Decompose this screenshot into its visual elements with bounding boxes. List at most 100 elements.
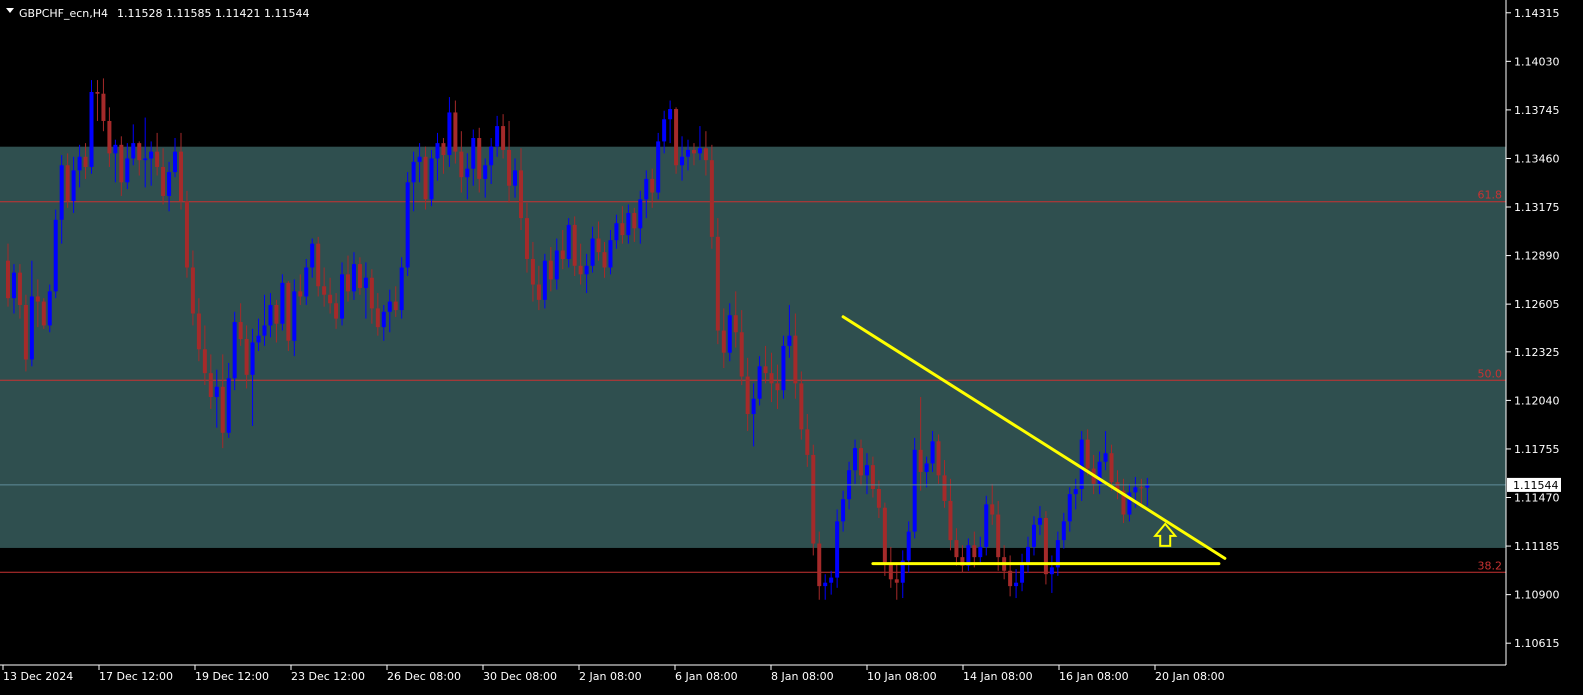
candle-body (876, 488, 881, 508)
price-tick-label: 1.10900 (1514, 589, 1560, 602)
time-tick-label: 30 Dec 08:00 (483, 670, 557, 683)
current-price-tag: 1.11544 (1507, 477, 1561, 492)
candle-body (489, 146, 494, 166)
time-tick-label: 20 Jan 08:00 (1155, 670, 1225, 683)
candle-body (351, 264, 356, 292)
candle (184, 190, 189, 278)
candle-body (536, 284, 541, 300)
candle-body (835, 521, 840, 578)
candle-body (954, 540, 959, 558)
candle-body (978, 546, 983, 558)
candle-body (501, 126, 506, 150)
candle-body (805, 429, 810, 455)
time-tick-label: 14 Jan 08:00 (963, 670, 1033, 683)
candle-body (119, 144, 124, 183)
candle-body (220, 386, 225, 433)
candle-body (202, 349, 207, 374)
candle-body (1020, 563, 1025, 583)
candle-body (101, 93, 106, 121)
candle-body (125, 158, 130, 183)
candle-body (542, 260, 547, 300)
candle-body (453, 112, 458, 152)
candle-body (1026, 546, 1031, 564)
candle-body (196, 313, 201, 350)
candle (53, 209, 58, 299)
candle-body (167, 172, 172, 196)
candle-body (751, 398, 756, 415)
candle-body (495, 126, 500, 147)
candle-body (620, 223, 625, 236)
candle-body (763, 366, 768, 374)
candle-body (524, 218, 529, 259)
candle (674, 107, 679, 174)
candle-body (1014, 582, 1019, 587)
time-tick-label: 6 Jan 08:00 (675, 670, 738, 683)
candle-body (1103, 453, 1108, 462)
fib-level-label: 38.2 (1478, 559, 1503, 572)
candle-body (691, 149, 696, 154)
time-tick-label: 23 Dec 12:00 (291, 670, 365, 683)
candle-body (149, 151, 154, 159)
candle-body (674, 109, 679, 166)
candle-body (393, 301, 398, 311)
candle-body (83, 156, 88, 167)
candle (811, 444, 816, 556)
candle-body (113, 144, 118, 154)
candle-body (930, 441, 935, 464)
candle-body (697, 148, 702, 154)
candle-body (870, 465, 875, 489)
candle-body (984, 504, 989, 547)
candle-body (1085, 439, 1090, 469)
candle-body (608, 240, 613, 268)
candle-body (829, 577, 834, 583)
candle-body (572, 224, 577, 266)
candle-body (948, 500, 953, 541)
candle-body (715, 236, 720, 331)
candle (89, 80, 94, 174)
candle-body (882, 507, 887, 564)
candle-body (280, 282, 285, 324)
candle-body (286, 282, 291, 341)
candle-body (143, 158, 148, 161)
candle-body (1139, 487, 1144, 489)
candle-body (727, 315, 732, 353)
candle-body (841, 499, 846, 522)
candle-body (530, 258, 535, 285)
candle-body (214, 386, 219, 397)
price-tick-label: 1.13460 (1514, 152, 1560, 165)
fib-level-label: 61.8 (1478, 189, 1503, 202)
candle-body (823, 582, 828, 587)
candle-body (888, 563, 893, 580)
symbol-label: GBPCHF_ecn,H4 (19, 7, 108, 20)
candle-body (23, 304, 28, 360)
candle-body (65, 165, 70, 202)
candle-body (769, 373, 774, 384)
candle-body (1061, 521, 1066, 541)
candle (47, 284, 52, 333)
candle-body (650, 178, 655, 193)
candle-body (47, 291, 52, 326)
candle-body (405, 182, 410, 268)
price-tick-label: 1.11755 (1514, 443, 1560, 456)
candle-body (89, 92, 94, 167)
current-price-tag-label: 1.11544 (1513, 479, 1559, 492)
candle (1043, 511, 1048, 585)
price-tick-label: 1.12605 (1514, 298, 1560, 311)
candle-body (799, 383, 804, 430)
candle-body (310, 243, 315, 268)
candle-body (29, 296, 34, 360)
candle-body (95, 92, 100, 94)
candle-body (811, 454, 816, 544)
candle-body (787, 335, 792, 346)
candle-body (184, 201, 189, 268)
candle-body (262, 325, 267, 336)
candle (286, 281, 291, 351)
candle-body (471, 138, 476, 169)
candle-body (131, 143, 136, 159)
candle-body (853, 448, 858, 471)
time-tick-label: 13 Dec 2024 (3, 670, 73, 683)
candle-body (936, 441, 941, 476)
candle-body (208, 373, 213, 397)
candle-body (268, 304, 273, 326)
time-tick-label: 19 Dec 12:00 (195, 670, 269, 683)
